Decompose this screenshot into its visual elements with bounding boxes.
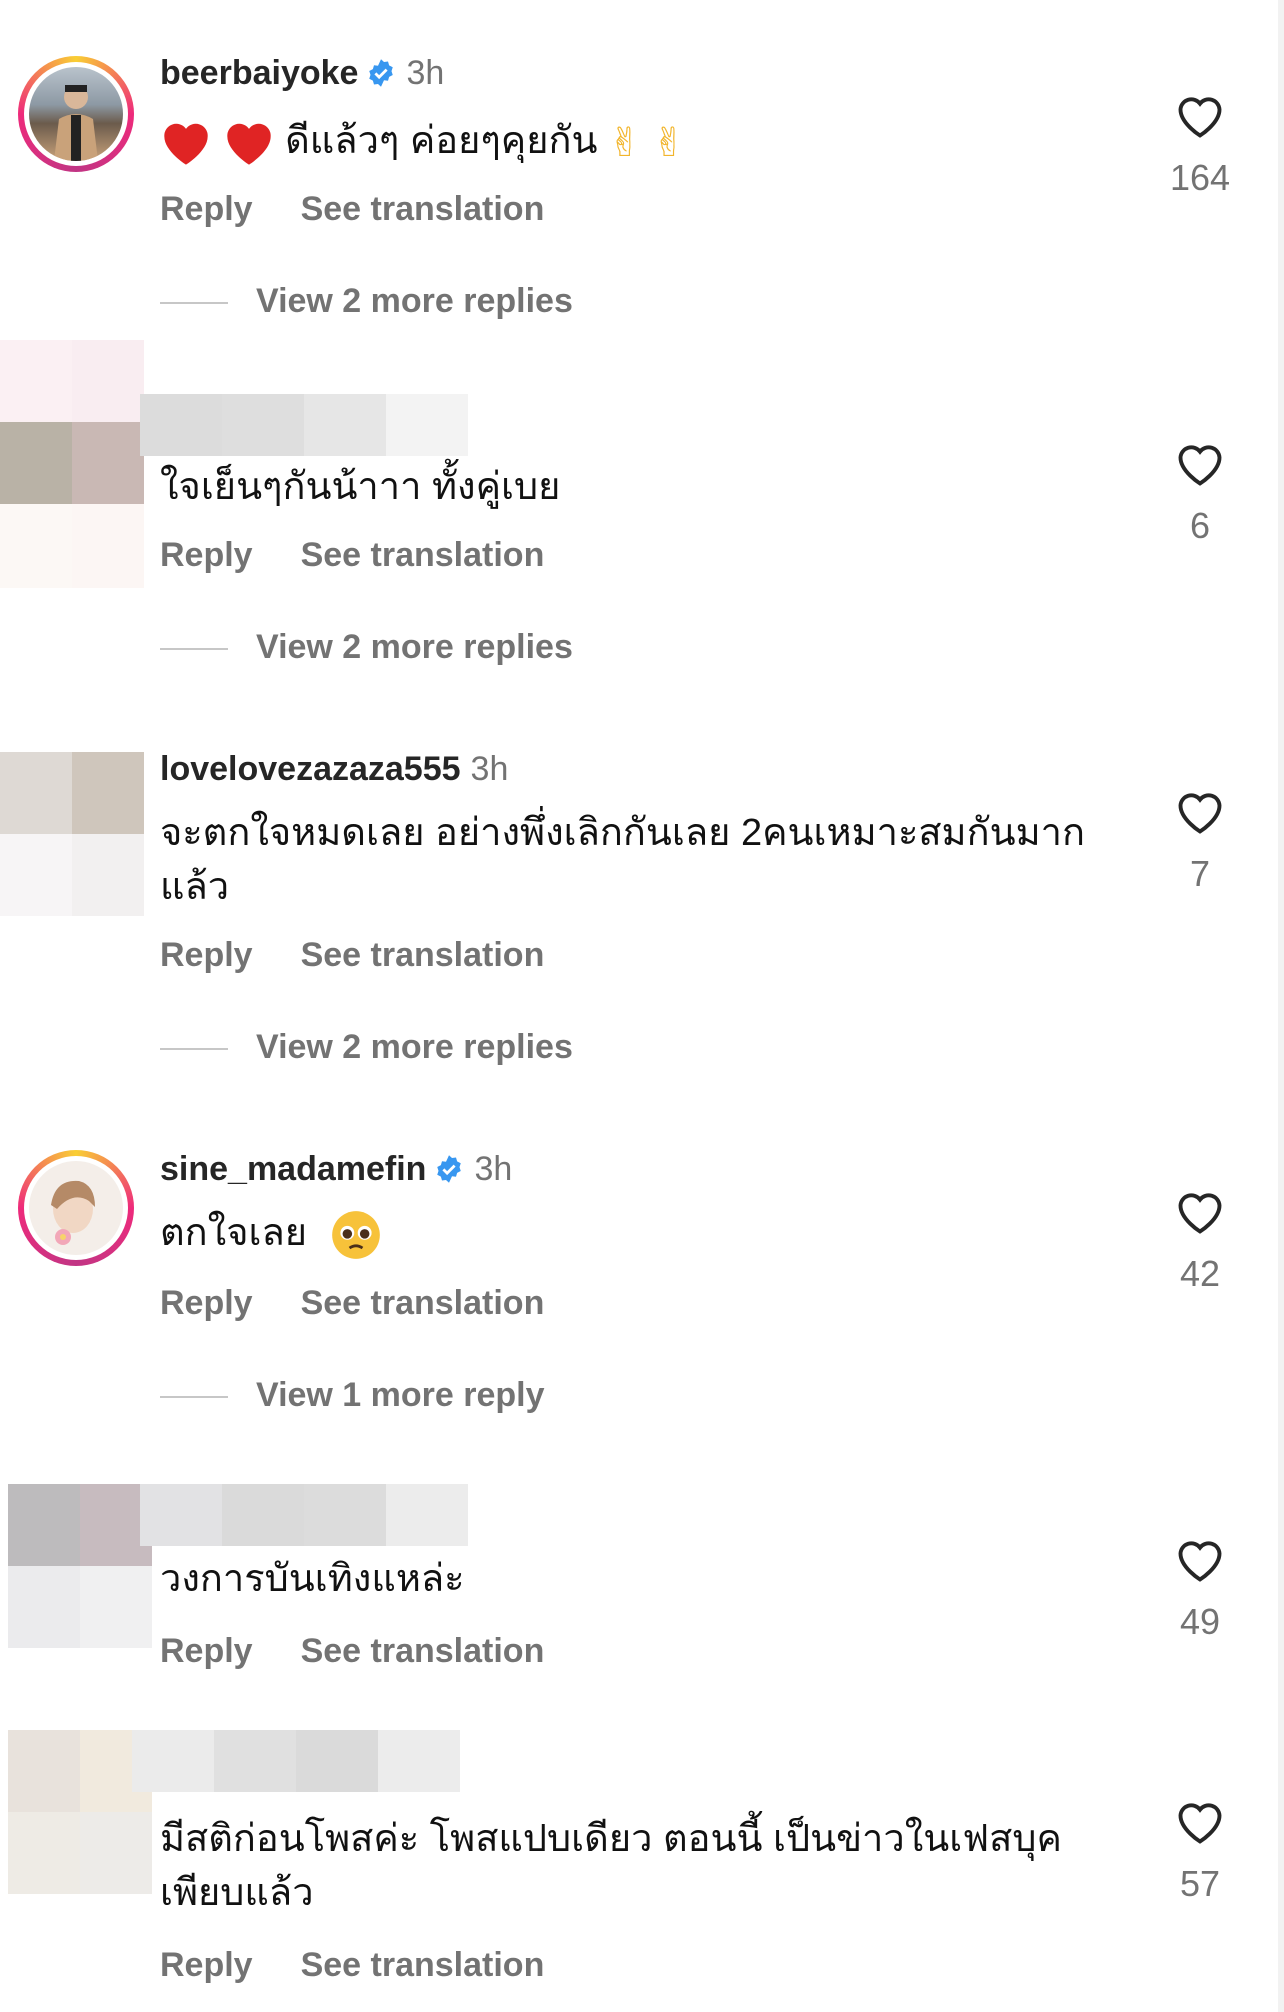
username-pixelated [140, 394, 468, 456]
reply-button[interactable]: Reply [160, 936, 253, 974]
reply-button[interactable]: Reply [160, 1632, 253, 1670]
avatar-story-ring[interactable] [18, 56, 134, 172]
view-more-replies[interactable]: View 1 more reply [160, 1376, 545, 1415]
like-count: 57 [1179, 1863, 1221, 1904]
view-more-replies[interactable]: View 2 more replies [160, 1028, 573, 1067]
avatar-pixelated [8, 1484, 152, 1648]
victory-hand-icon: ✌ [608, 120, 642, 165]
see-translation-button[interactable]: See translation [301, 936, 545, 974]
scroll-edge[interactable] [1278, 0, 1284, 2012]
reply-button[interactable]: Reply [160, 190, 253, 228]
avatar-story-ring[interactable] [18, 1150, 134, 1266]
heart-outline-icon [1178, 97, 1222, 138]
heart-outline-icon [1178, 1803, 1222, 1844]
comment-text: จะตกใจหมดเลย อย่างพึ่งเลิกกันเลย 2คนเหมา… [160, 812, 1085, 908]
username-pixelated [132, 1730, 460, 1792]
comment-time: 3h [470, 750, 509, 788]
avatar [29, 1161, 123, 1255]
like-count: 164 [1169, 157, 1231, 198]
avatar-pixelated [8, 1730, 152, 1894]
like-count: 6 [1189, 505, 1211, 546]
see-translation-button[interactable]: See translation [301, 190, 545, 228]
reply-button[interactable]: Reply [160, 1284, 253, 1322]
reply-button[interactable]: Reply [160, 1946, 253, 1984]
comment-text: มีสติก่อนโพสค่ะ โพสแปบเดียว ตอนนี้ เป็นข… [160, 1818, 1062, 1914]
like-count: 49 [1179, 1601, 1221, 1642]
red-heart-icon [226, 123, 271, 165]
see-translation-button[interactable]: See translation [301, 536, 545, 574]
comment-username[interactable]: beerbaiyoke 3h [160, 54, 444, 93]
heart-outline-icon [1178, 1541, 1222, 1582]
divider-line [160, 648, 228, 651]
like-button[interactable]: 6 [1160, 440, 1240, 547]
like-button[interactable]: 49 [1160, 1536, 1240, 1643]
comment-text: ใจเย็นๆกันน้าาา ทั้งคู่เบย [160, 466, 561, 508]
comment-time: 3h [406, 54, 445, 92]
victory-hand-icon: ✌ [652, 120, 686, 165]
divider-line [160, 302, 228, 305]
see-translation-button[interactable]: See translation [301, 1284, 545, 1322]
like-button[interactable]: 42 [1160, 1188, 1240, 1295]
like-count: 7 [1189, 853, 1211, 894]
comment-text: ตกใจเลย [160, 1206, 1110, 1261]
like-button[interactable]: 57 [1160, 1798, 1240, 1905]
comment-username[interactable]: sine_madamefin 3h [160, 1150, 512, 1189]
comment-time: 3h [474, 1150, 513, 1188]
heart-outline-icon [1178, 1193, 1222, 1234]
see-translation-button[interactable]: See translation [301, 1632, 545, 1670]
comment-text: ดีแล้วๆ ค่อยๆคุยกัน ✌ ✌ [160, 114, 1110, 170]
comment-username[interactable]: lovelovezazaza555 3h [160, 750, 508, 789]
reply-button[interactable]: Reply [160, 536, 253, 574]
avatar-pixelated [0, 504, 144, 588]
verified-badge-icon [369, 59, 394, 87]
red-heart-icon [164, 123, 208, 165]
divider-line [160, 1396, 228, 1399]
username-pixelated [140, 1484, 468, 1546]
view-more-replies[interactable]: View 2 more replies [160, 628, 573, 667]
pleading-face-icon [331, 1211, 380, 1259]
view-more-replies[interactable]: View 2 more replies [160, 282, 573, 321]
avatar [29, 67, 123, 161]
verified-badge-icon [437, 1155, 462, 1183]
heart-outline-icon [1178, 793, 1222, 834]
avatar-pixelated [0, 340, 144, 504]
heart-outline-icon [1178, 445, 1222, 486]
comment-text: วงการบันเทิงแหล่ะ [160, 1558, 465, 1600]
divider-line [160, 1048, 228, 1051]
like-button[interactable]: 7 [1160, 788, 1240, 895]
like-button[interactable]: 164 [1160, 92, 1240, 199]
see-translation-button[interactable]: See translation [301, 1946, 545, 1984]
avatar-pixelated [0, 752, 144, 916]
like-count: 42 [1179, 1253, 1221, 1294]
